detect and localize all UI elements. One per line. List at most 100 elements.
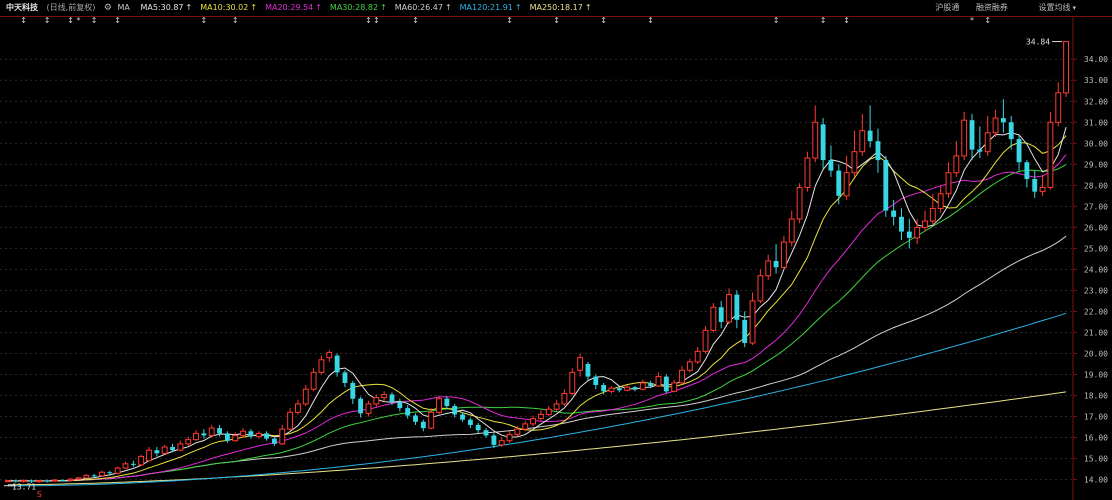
event-marker: ↕ — [773, 16, 780, 25]
candle-body — [44, 480, 50, 482]
candle-body — [334, 355, 340, 373]
dividend-marker: S — [37, 490, 42, 499]
y-tick-label: 34.00 — [1084, 55, 1108, 64]
candle-body — [491, 435, 497, 445]
candle-body — [1008, 122, 1014, 140]
candle-body — [365, 403, 372, 414]
candle-body — [201, 433, 207, 436]
candle-body — [107, 472, 113, 474]
candle-body — [224, 433, 230, 441]
event-marker: * — [76, 16, 80, 25]
candle-body — [381, 393, 388, 399]
candle-body — [193, 432, 199, 441]
candle-body — [820, 124, 826, 161]
candle-body — [1039, 186, 1046, 193]
candle-body — [264, 433, 270, 439]
event-marker: ↕ — [20, 16, 27, 25]
candle-body — [875, 141, 881, 161]
candle-body — [718, 307, 724, 322]
candle-body — [663, 376, 669, 392]
y-tick-label: 23.00 — [1084, 286, 1108, 295]
candle-body — [796, 186, 803, 220]
candle-body — [67, 478, 74, 481]
candle-body — [358, 398, 364, 414]
candle-body — [726, 294, 732, 323]
low-price-label: 13.71 — [12, 483, 36, 492]
candle-body — [130, 463, 136, 465]
candle-body — [91, 475, 97, 477]
candle-body — [1055, 92, 1062, 123]
event-marker: ↕ — [843, 16, 850, 25]
y-tick-label: 20.00 — [1084, 349, 1108, 358]
candle-body — [185, 439, 192, 445]
candle-body — [405, 408, 411, 416]
event-marker: ↕ — [553, 16, 560, 25]
candle-body — [686, 361, 693, 371]
candle-body — [734, 294, 740, 320]
candle-body — [287, 411, 294, 430]
candle-body — [977, 149, 983, 152]
candle-body — [828, 160, 834, 171]
candle-body — [679, 369, 685, 384]
y-tick-label: 32.00 — [1084, 97, 1108, 106]
candle-body — [671, 382, 678, 392]
candle-body — [773, 261, 779, 268]
candle-body — [780, 241, 787, 268]
candle-body — [514, 428, 521, 435]
candle-body — [20, 479, 27, 482]
event-marker: ↕ — [365, 16, 372, 25]
candle-body — [460, 414, 465, 420]
candle-body — [836, 170, 842, 196]
candle-body — [326, 351, 333, 359]
y-tick-label: 16.00 — [1084, 434, 1108, 443]
candle-body — [1063, 41, 1070, 94]
candle-body — [639, 382, 646, 390]
candlestick-chart[interactable]: 14.00 15.00 16.00 17.00 18.00 19.00 20.00 21.00… — [0, 0, 1112, 500]
y-tick-label: 21.00 — [1084, 328, 1108, 337]
candle-body — [608, 387, 615, 392]
candle-body — [99, 471, 105, 477]
candle-body — [812, 121, 819, 159]
candle-body — [569, 371, 576, 394]
candle-body — [1032, 179, 1038, 192]
event-marker: ↕ — [600, 16, 607, 25]
event-marker: ↕ — [91, 16, 98, 25]
candle-body — [749, 300, 756, 344]
ma120-line — [7, 312, 1067, 487]
candle-body — [616, 388, 622, 391]
ma20-line — [7, 154, 1067, 482]
candle-body — [969, 120, 975, 150]
candle-body — [318, 359, 325, 373]
y-tick-label: 28.00 — [1084, 181, 1108, 190]
y-tick-label: 14.00 — [1084, 476, 1108, 485]
candle-body — [859, 130, 866, 153]
candle-body — [537, 413, 544, 420]
candle-body — [389, 394, 395, 402]
candle-body — [648, 382, 654, 387]
candle-body — [867, 130, 873, 142]
high-price-label: 34.84 — [1026, 38, 1050, 47]
y-tick-label: 25.00 — [1084, 244, 1108, 253]
candle-body — [52, 479, 58, 482]
event-marker: ↕ — [44, 16, 51, 25]
candle-body — [553, 403, 560, 410]
candle-body — [585, 363, 591, 377]
candle-body — [498, 440, 505, 446]
candle-body — [883, 160, 889, 211]
candle-body — [593, 376, 599, 386]
candle-body — [161, 446, 168, 454]
candle-body — [804, 157, 811, 188]
candle-body — [310, 371, 317, 390]
candle-body — [397, 401, 403, 409]
candle-body — [742, 319, 748, 343]
candle-body — [953, 155, 960, 174]
candle-body — [255, 432, 262, 438]
candle-body — [843, 172, 850, 197]
y-tick-label: 15.00 — [1084, 455, 1108, 464]
candle-body — [929, 207, 936, 222]
candle-body — [899, 216, 904, 232]
y-tick-label: 30.00 — [1084, 139, 1108, 148]
candle-body — [36, 480, 43, 483]
candle-body — [851, 151, 858, 174]
candle-body — [632, 387, 638, 390]
